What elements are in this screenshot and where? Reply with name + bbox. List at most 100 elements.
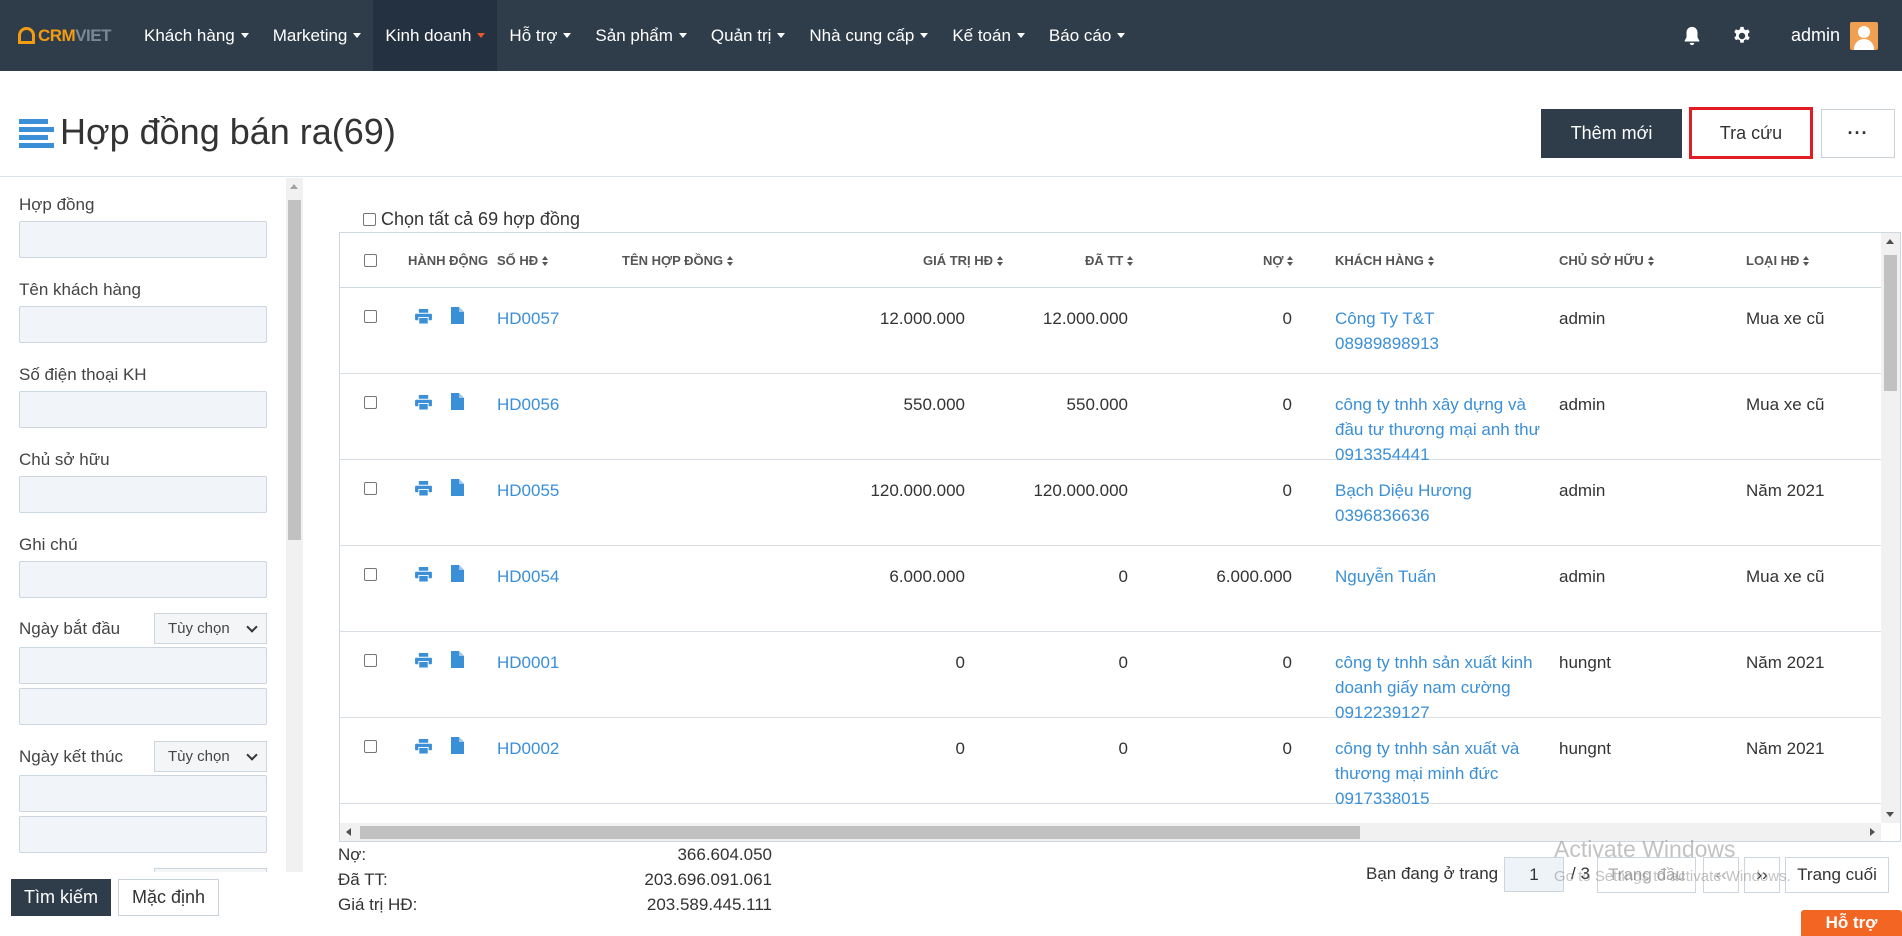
paid-amount: 0 xyxy=(1118,739,1128,758)
customer-link[interactable]: Nguyễn Tuấn xyxy=(1335,564,1436,589)
page-total: / 3 xyxy=(1571,864,1590,883)
scroll-up-icon[interactable] xyxy=(1886,239,1894,244)
select-all-checkbox[interactable] xyxy=(363,213,376,226)
end-date-from-field[interactable] xyxy=(19,775,267,812)
page-number-input[interactable]: 1 xyxy=(1504,857,1564,892)
paid-amount: 0 xyxy=(1118,567,1128,586)
menu-quan-tri[interactable]: Quản trị xyxy=(699,0,797,71)
owner-field[interactable] xyxy=(19,476,267,513)
avatar[interactable] xyxy=(1850,21,1878,50)
col-action: HÀNH ĐỘNG xyxy=(408,253,489,268)
menu-san-pham[interactable]: Sản phẩm xyxy=(583,0,699,71)
scroll-right-icon[interactable] xyxy=(1870,828,1875,836)
partial-select[interactable] xyxy=(154,868,267,872)
print-icon[interactable] xyxy=(415,739,432,754)
next-page-button[interactable]: ›› xyxy=(1744,857,1780,893)
scroll-up-icon[interactable] xyxy=(290,184,298,189)
print-icon[interactable] xyxy=(415,481,432,496)
col-owner[interactable]: CHỦ SỞ HỮU xyxy=(1559,253,1655,268)
start-date-from-field[interactable] xyxy=(19,647,267,684)
document-icon[interactable] xyxy=(451,479,464,496)
menu-bao-cao[interactable]: Báo cáo xyxy=(1037,0,1137,71)
gear-icon[interactable] xyxy=(1731,25,1753,47)
prev-page-button[interactable]: ‹‹ xyxy=(1703,857,1739,893)
start-date-select[interactable]: Tùy chọn xyxy=(154,613,267,644)
col-number[interactable]: SỐ HĐ xyxy=(497,253,549,268)
document-icon[interactable] xyxy=(451,651,464,668)
customer-link[interactable]: Bạch Diệu Hương 0396836636 xyxy=(1335,478,1472,528)
header-checkbox[interactable] xyxy=(364,254,377,267)
print-icon[interactable] xyxy=(415,395,432,410)
end-date-to-field[interactable] xyxy=(19,816,267,853)
row-checkbox[interactable] xyxy=(364,568,377,581)
menu-nha-cung-cap[interactable]: Nhà cung cấp xyxy=(797,0,940,71)
print-icon[interactable] xyxy=(415,653,432,668)
customer-link[interactable]: công ty tnhh sản xuất và thương mại minh … xyxy=(1335,736,1519,811)
bell-icon[interactable] xyxy=(1681,25,1703,47)
menu-marketing[interactable]: Marketing xyxy=(261,0,374,71)
owner-name: admin xyxy=(1559,567,1606,586)
scroll-down-icon[interactable] xyxy=(1886,812,1894,817)
col-name[interactable]: TÊN HỢP ĐỒNG xyxy=(622,253,734,268)
customer-name-field[interactable] xyxy=(19,306,267,343)
row-checkbox[interactable] xyxy=(364,740,377,753)
contract-number-link[interactable]: HD0054 xyxy=(497,564,559,589)
row-checkbox[interactable] xyxy=(364,654,377,667)
end-date-select[interactable]: Tùy chọn xyxy=(154,741,267,772)
row-checkbox[interactable] xyxy=(364,396,377,409)
sidebar-scrollbar[interactable] xyxy=(286,178,303,872)
scrollbar-thumb[interactable] xyxy=(288,200,301,540)
contract-number-link[interactable]: HD0056 xyxy=(497,392,559,417)
logo-text-crm: CRM xyxy=(38,25,76,45)
last-page-button[interactable]: Trang cuối xyxy=(1785,857,1889,893)
menu-ho-tro[interactable]: Hỗ trợ xyxy=(497,0,583,71)
customer-link[interactable]: công ty tnhh xây dựng và đầu tư thương mạ… xyxy=(1335,392,1540,467)
row-checkbox[interactable] xyxy=(364,482,377,495)
document-icon[interactable] xyxy=(451,393,464,410)
menu-label: Kinh doanh xyxy=(385,25,472,45)
start-date-to-field[interactable] xyxy=(19,688,267,725)
note-field[interactable] xyxy=(19,561,267,598)
scroll-left-icon[interactable] xyxy=(346,828,351,836)
row-checkbox[interactable] xyxy=(364,310,377,323)
col-paid[interactable]: ĐÃ TT xyxy=(1085,253,1134,268)
contract-number-link[interactable]: HD0001 xyxy=(497,650,559,675)
table-horizontal-scrollbar[interactable] xyxy=(340,823,1881,841)
customer-line: Nguyễn Tuấn xyxy=(1335,567,1437,586)
lookup-button[interactable]: Tra cứu xyxy=(1689,107,1813,159)
col-label: ĐÃ TT xyxy=(1085,253,1124,268)
search-button[interactable]: Tìm kiếm xyxy=(11,879,111,916)
customer-link[interactable]: Công Ty T&T 08989898913 xyxy=(1335,306,1439,356)
contract-number-link[interactable]: HD0057 xyxy=(497,306,559,331)
print-icon[interactable] xyxy=(415,567,432,582)
contract-number-link[interactable]: HD0002 xyxy=(497,736,559,761)
table-vertical-scrollbar[interactable] xyxy=(1881,233,1900,823)
document-icon[interactable] xyxy=(451,307,464,324)
menu-ke-toan[interactable]: Kế toán xyxy=(940,0,1037,71)
reset-default-button[interactable]: Mặc định xyxy=(118,879,219,916)
document-icon[interactable] xyxy=(451,737,464,754)
logo-icon xyxy=(18,27,35,44)
col-type[interactable]: LOẠI HĐ xyxy=(1746,253,1810,268)
select-all-row[interactable]: Chọn tất cả 69 hợp đồng xyxy=(363,209,580,230)
phone-field[interactable] xyxy=(19,391,267,428)
user-name[interactable]: admin xyxy=(1791,25,1840,46)
col-debt[interactable]: NỢ xyxy=(1263,253,1294,268)
table-row: HD0054 6.000.000 0 6.000.000 Nguyễn Tuấn admi… xyxy=(340,546,1881,632)
add-new-button[interactable]: Thêm mới xyxy=(1541,109,1682,158)
contract-field[interactable] xyxy=(19,221,267,258)
scrollbar-thumb[interactable] xyxy=(1884,255,1897,391)
col-value[interactable]: GIÁ TRỊ HĐ xyxy=(923,253,1004,268)
document-icon[interactable] xyxy=(451,565,464,582)
scrollbar-thumb[interactable] xyxy=(360,826,1360,839)
contract-number-link[interactable]: HD0055 xyxy=(497,478,559,503)
print-icon[interactable] xyxy=(415,309,432,324)
menu-kinh-doanh[interactable]: Kinh doanh xyxy=(373,0,498,71)
first-page-button[interactable]: Trang đầu xyxy=(1597,857,1696,893)
more-options-button[interactable]: ··· xyxy=(1821,109,1895,158)
crmviet-logo[interactable]: CRM VIET xyxy=(0,0,132,71)
help-button[interactable]: Hỗ trợ xyxy=(1801,910,1902,936)
menu-khach-hang[interactable]: Khách hàng xyxy=(132,0,261,71)
customer-link[interactable]: công ty tnhh sản xuất kinh doanh giấy nam… xyxy=(1335,650,1533,725)
col-customer[interactable]: KHÁCH HÀNG xyxy=(1335,253,1435,268)
